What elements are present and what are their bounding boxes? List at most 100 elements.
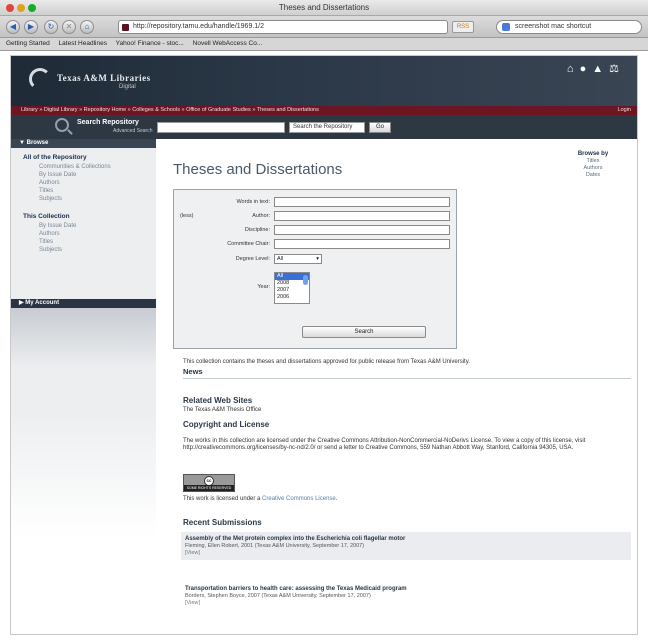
- breadcrumb-path[interactable]: Library » Digital Library » Repository H…: [21, 107, 319, 113]
- bookmark-item[interactable]: Yahoo! Finance - stoc...: [116, 40, 184, 47]
- scrollbar-thumb[interactable]: [303, 275, 308, 285]
- cc-license-badge[interactable]: cc SOME RIGHTS RESERVED: [183, 474, 235, 492]
- bookmark-item[interactable]: Novell WebAccess Co...: [193, 40, 263, 47]
- news-heading: News: [183, 367, 203, 376]
- reload-icon[interactable]: ↻: [44, 20, 58, 34]
- sidebar-item-titles[interactable]: Titles: [23, 187, 156, 195]
- author-label: Author:: [252, 213, 270, 219]
- browser-search-text: screenshot mac shortcut: [515, 23, 592, 30]
- cc-badge-text: SOME RIGHTS RESERVED: [184, 485, 234, 491]
- related-heading: Related Web Sites: [183, 396, 253, 405]
- sidebar-section-title: This Collection: [23, 213, 70, 220]
- forward-button[interactable]: ▶: [24, 20, 38, 34]
- browser-toolbar: ◀ ▶ ↻ ✕ ⌂ http://repository.tamu.edu/han…: [0, 16, 648, 38]
- browser-search-field[interactable]: screenshot mac shortcut: [496, 20, 642, 34]
- sidebar-item-subjects[interactable]: Subjects: [23, 195, 156, 203]
- site-header: Texas A&M Libraries Digital ⌂●▲⚖: [11, 56, 637, 106]
- year-option[interactable]: 2006: [277, 294, 309, 301]
- sidebar-item-communities[interactable]: Communities & Collections: [23, 163, 156, 171]
- google-icon: [502, 23, 510, 31]
- copyright-text: The works in this collection are license…: [183, 438, 586, 451]
- list-item[interactable]: Assembly of the Met protein complex into…: [181, 532, 631, 560]
- repository-search-bar: Search Repository Advanced Search Search…: [11, 115, 637, 139]
- search-repository-label: Search Repository: [77, 119, 139, 126]
- browse-by-dates[interactable]: Dates: [563, 172, 623, 179]
- url-text: http://repository.tamu.edu/handle/1969.1…: [133, 23, 265, 30]
- my-account-heading[interactable]: ▶ My Account: [11, 299, 156, 308]
- year-option[interactable]: 2007: [277, 287, 309, 294]
- submission-meta: Fleming, Ellen Robert, 2001 (Texas A&M U…: [185, 543, 365, 549]
- sidebar-item-titles[interactable]: Titles: [23, 238, 156, 246]
- sidebar-item-issue-date[interactable]: By Issue Date: [23, 222, 156, 230]
- year-label: Year:: [257, 284, 270, 290]
- search-scope-select[interactable]: Search the Repository: [289, 122, 365, 133]
- logo-subtitle: Digital: [119, 84, 136, 90]
- login-link[interactable]: Login: [618, 106, 631, 115]
- submission-title[interactable]: Assembly of the Met protein complex into…: [185, 535, 627, 543]
- discipline-row: Discipline:: [174, 225, 458, 237]
- bookmark-item[interactable]: Latest Headlines: [59, 40, 107, 47]
- home-icon[interactable]: ⌂: [567, 63, 580, 75]
- magnifier-icon: [55, 118, 69, 132]
- window-title: Theses and Dissertations: [278, 3, 370, 12]
- discipline-input[interactable]: [274, 225, 450, 235]
- sidebar-item-issue-date[interactable]: By Issue Date: [23, 171, 156, 179]
- words-label: Words in text:: [236, 199, 270, 205]
- words-input[interactable]: [274, 197, 450, 207]
- sidebar-item-authors[interactable]: Authors: [23, 179, 156, 187]
- browse-by-titles[interactable]: Titles: [563, 158, 623, 165]
- go-button[interactable]: Go: [369, 122, 391, 133]
- view-link[interactable]: [View]: [185, 600, 627, 607]
- browse-by-title: Browse by: [577, 151, 609, 157]
- stop-icon[interactable]: ✕: [62, 20, 76, 34]
- window-titlebar: Theses and Dissertations: [0, 0, 648, 16]
- sidebar-section-repository: All of the Repository Communities & Coll…: [11, 148, 156, 205]
- scales-icon[interactable]: ⚖: [609, 63, 625, 75]
- back-button[interactable]: ◀: [6, 20, 20, 34]
- related-link[interactable]: The Texas A&M Thesis Office: [183, 407, 261, 414]
- search-button[interactable]: Search: [302, 326, 426, 338]
- breadcrumb: Library » Digital Library » Repository H…: [11, 106, 637, 115]
- divider: [183, 378, 631, 379]
- bookmarks-bar: Getting Started Latest Headlines Yahoo! …: [0, 38, 648, 51]
- advanced-search-link[interactable]: Advanced Search: [113, 128, 152, 134]
- committee-input[interactable]: [274, 239, 450, 249]
- libraries-logo-icon[interactable]: [29, 68, 51, 90]
- recent-heading: Recent Submissions: [183, 518, 262, 527]
- less-link[interactable]: (less): [180, 213, 193, 219]
- rss-icon[interactable]: RSS: [452, 21, 474, 33]
- cc-license-link[interactable]: Creative Commons License: [262, 496, 336, 502]
- degree-label: Degree Level:: [235, 256, 270, 262]
- bookmark-item[interactable]: Getting Started: [6, 40, 50, 47]
- header-icons: ⌂●▲⚖: [567, 62, 625, 75]
- degree-row: Degree Level: All ▾: [174, 254, 458, 266]
- home-icon[interactable]: ⌂: [80, 20, 94, 34]
- year-listbox[interactable]: All 2008 2007 2006: [274, 272, 310, 304]
- sidebar-item-subjects[interactable]: Subjects: [23, 246, 156, 254]
- browse-by-authors[interactable]: Authors: [563, 165, 623, 172]
- web-page: Texas A&M Libraries Digital ⌂●▲⚖ Library…: [10, 55, 638, 635]
- copyright-heading: Copyright and License: [183, 420, 270, 429]
- url-bar[interactable]: http://repository.tamu.edu/handle/1969.1…: [118, 20, 448, 34]
- author-row: (less) Author:: [174, 211, 458, 223]
- author-input[interactable]: [274, 211, 450, 221]
- browse-by-box: Browse by Titles Authors Dates: [563, 151, 623, 179]
- collection-description: This collection contains the theses and …: [183, 359, 470, 365]
- submission-title[interactable]: Transportation barriers to health care: …: [185, 585, 627, 593]
- search-input[interactable]: [157, 122, 285, 133]
- sidebar-item-authors[interactable]: Authors: [23, 230, 156, 238]
- search-form: Words in text: (less) Author: Discipline…: [173, 189, 457, 349]
- view-link[interactable]: [View]: [185, 550, 627, 557]
- site-favicon-icon: [122, 24, 129, 31]
- sidebar-section-collection: This Collection By Issue Date Authors Ti…: [11, 205, 156, 256]
- browse-heading[interactable]: ▼ Browse: [11, 139, 156, 148]
- sidebar: ▼ Browse All of the Repository Communiti…: [11, 139, 156, 634]
- committee-label: Committee Chair:: [227, 241, 270, 247]
- license-line: This work is licensed under a Creative C…: [183, 496, 338, 502]
- chat-icon[interactable]: ●: [580, 63, 593, 75]
- logo-title[interactable]: Texas A&M Libraries: [57, 73, 151, 83]
- degree-select[interactable]: All ▾: [274, 254, 322, 264]
- alert-icon[interactable]: ▲: [592, 63, 609, 75]
- year-row: Year: All 2008 2007 2006: [174, 272, 458, 306]
- list-item[interactable]: Transportation barriers to health care: …: [181, 582, 631, 610]
